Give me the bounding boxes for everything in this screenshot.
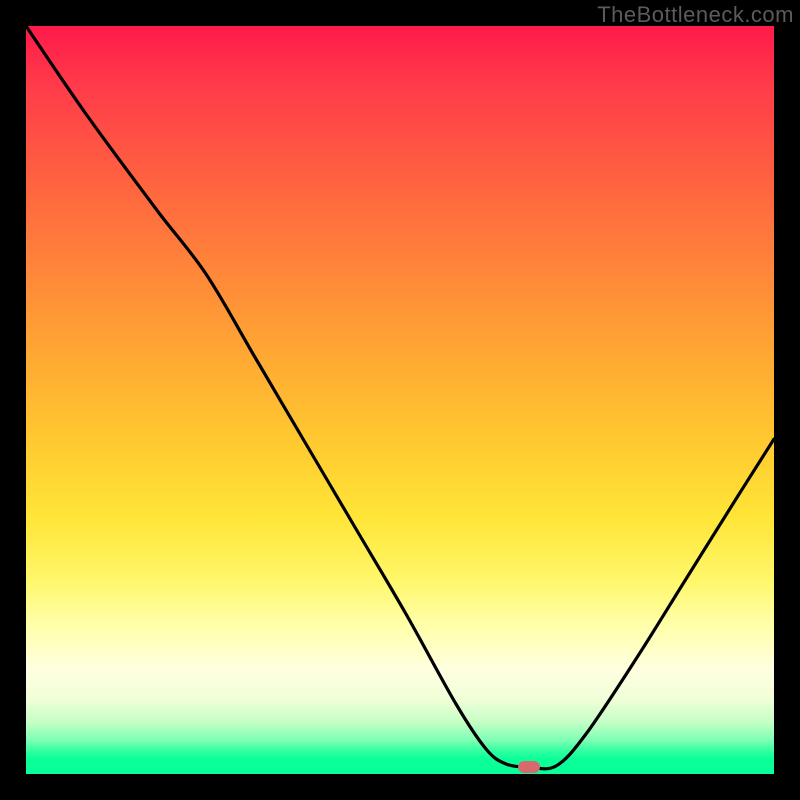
- plot-area: [26, 26, 774, 774]
- bottleneck-curve: [26, 26, 774, 769]
- optimal-marker: [518, 761, 540, 773]
- watermark-text: TheBottleneck.com: [597, 2, 794, 28]
- chart-frame: TheBottleneck.com: [0, 0, 800, 800]
- curve-svg: [26, 26, 774, 774]
